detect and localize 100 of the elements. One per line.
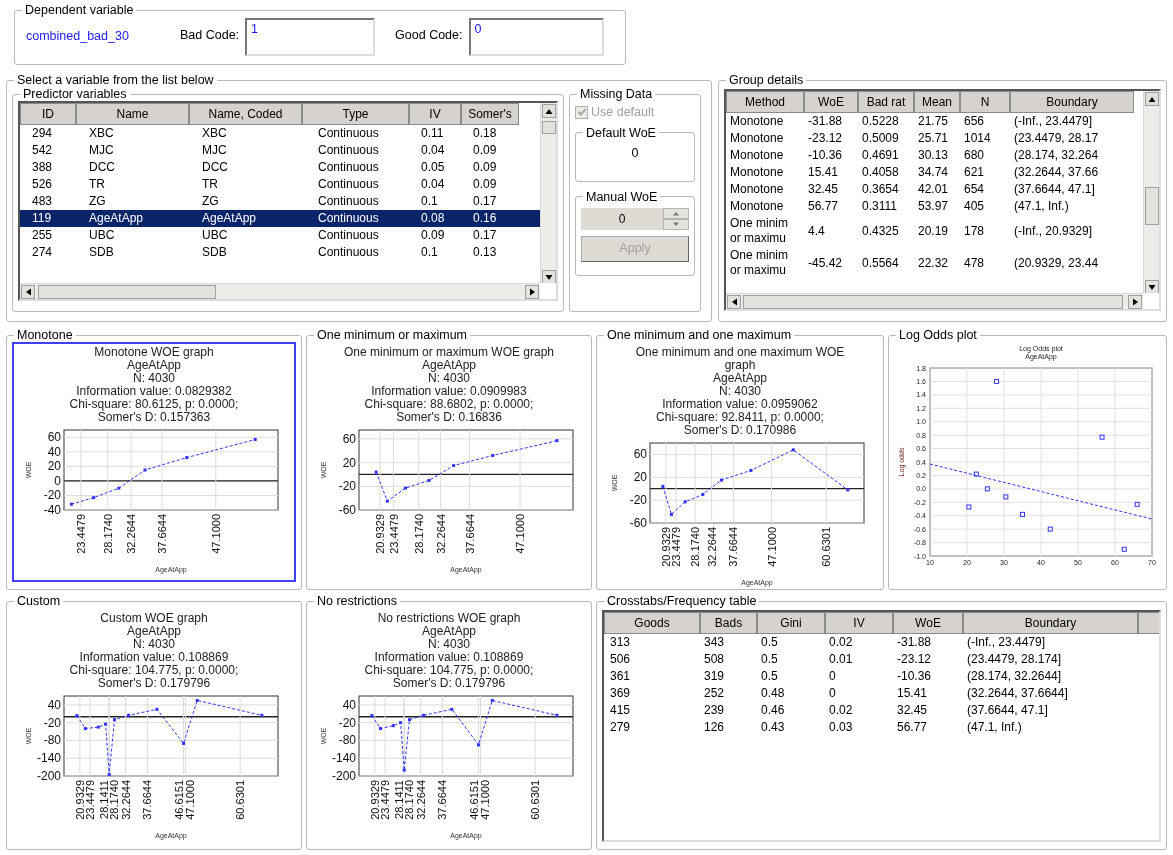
table-cell-text: SDB: [201, 244, 228, 261]
down-arrow-icon[interactable]: [1145, 280, 1159, 293]
data-point: [1047, 526, 1053, 532]
column-header[interactable]: Bad rat: [858, 91, 914, 113]
column-header[interactable]: Somer's: [461, 103, 519, 125]
table-row[interactable]: 119 AgeAtApp AgeAtApp Continuous 0.08 0.16: [20, 210, 540, 227]
table-cell-text: 0.13: [472, 244, 498, 261]
caption-line: Chi-square: 104.775, p: 0.0000;: [364, 664, 534, 677]
data-point: [994, 378, 1000, 384]
column-header[interactable]: Gini: [757, 612, 825, 634]
tick-label: 47.1000: [514, 514, 526, 554]
table-cell-text: XBC: [201, 125, 228, 142]
scrollbar-thumb[interactable]: [542, 121, 556, 134]
table-cell-text: 313: [609, 634, 632, 651]
tick-label: 60: [633, 447, 647, 462]
column-header[interactable]: N: [960, 91, 1010, 113]
table-cell-text: (-Inf., 23.4479]: [966, 634, 1047, 651]
column-header[interactable]: Bads: [700, 612, 757, 634]
column-header[interactable]: IV: [409, 103, 461, 125]
table-cell-text: 0.43: [760, 719, 786, 736]
caption-line: Information value: 0.0909983: [371, 385, 527, 398]
table-row[interactable]: 542 MJC MJC Continuous 0.04 0.09: [20, 142, 540, 159]
input-field[interactable]: 0: [468, 18, 604, 56]
data-point: [1134, 501, 1140, 507]
table-cell-text: Continuous: [317, 159, 380, 176]
table-cell-text: MJC: [201, 142, 228, 159]
table-cell-text: 405: [963, 198, 986, 215]
group-label: Monotone: [16, 328, 74, 342]
column-header[interactable]: Mean: [914, 91, 960, 113]
default-woe-value: 0: [630, 144, 640, 162]
table-row[interactable]: 255 UBC UBC Continuous 0.09 0.17: [20, 227, 540, 244]
data-point: [966, 504, 972, 510]
caption-line: AgeAtApp: [712, 372, 767, 385]
caption-line: Chi-square: 104.775, p: 0.0000;: [69, 664, 239, 677]
column-header[interactable]: Boundary: [1010, 91, 1134, 113]
table-cell-text: DCC: [88, 159, 116, 176]
column-header[interactable]: Goods: [604, 612, 700, 634]
table-cell-text: 252: [703, 685, 726, 702]
table-row[interactable]: 526 TR TR Continuous 0.04 0.09: [20, 176, 540, 193]
table-cell-text: (-Inf., 20.9329]: [1013, 222, 1094, 240]
table-cell-text: 0.04: [420, 176, 446, 193]
table-cell-text: 478: [963, 254, 986, 272]
table-cell-text: SDB: [88, 244, 115, 261]
table-row[interactable]: 483 ZG ZG Continuous 0.1 0.17: [20, 193, 540, 210]
tick-label: 23.4479: [387, 514, 400, 554]
caption-line: N: 4030: [428, 372, 470, 385]
table-cell-text: 343: [703, 634, 726, 651]
table-cell-text: 0: [828, 668, 837, 685]
group-label: Dependent variable: [24, 3, 135, 17]
table-cell-text: 0.18: [472, 125, 498, 142]
data-point: [669, 512, 673, 516]
table-cell-text: 0: [828, 685, 837, 702]
table-cell-text: 542: [31, 142, 54, 159]
column-header[interactable]: Type: [302, 103, 409, 125]
column-header[interactable]: Name, Coded: [189, 103, 302, 125]
table-cell-text: 483: [31, 193, 54, 210]
scrollbar-thumb[interactable]: [38, 285, 216, 299]
table-cell-text: (23.4479, 28.17: [1013, 130, 1100, 147]
table-cell-text: (-Inf., 23.4479]: [1013, 113, 1094, 130]
data-point: [1121, 546, 1127, 552]
horizontal-scrollbar[interactable]: [20, 283, 540, 299]
table-row[interactable]: 274 SDB SDB Continuous 0.1 0.13: [20, 244, 540, 261]
tick-label: -40: [43, 503, 61, 517]
table-cell-text: 0.16: [472, 210, 498, 227]
column-header[interactable]: WoE: [893, 612, 963, 634]
tick-label: 28.1411: [392, 780, 405, 819]
vertical-scrollbar[interactable]: [1143, 91, 1159, 293]
tick-label: 28.1740: [412, 514, 425, 554]
input-field[interactable]: 1: [245, 18, 376, 56]
tick-label: -20: [43, 488, 61, 503]
table-cell-text: 0.01: [828, 651, 854, 668]
scrollbar-thumb[interactable]: [743, 295, 1123, 309]
table-cell-text: Monotone: [729, 113, 785, 130]
vertical-scrollbar[interactable]: [540, 103, 556, 283]
scrollbar-thumb[interactable]: [1145, 187, 1159, 225]
data-point: [1020, 511, 1025, 517]
table-cell-text: 361: [609, 668, 632, 685]
table-cell-text: 34.74: [917, 164, 950, 181]
horizontal-scrollbar[interactable]: [726, 293, 1143, 309]
column-header[interactable]: Name: [76, 103, 189, 125]
column-header[interactable]: IV: [825, 612, 893, 634]
tick-label: 60.6301: [529, 780, 542, 820]
table-cell-text: 178: [963, 222, 986, 240]
column-header[interactable]: WoE: [804, 91, 858, 113]
table-row[interactable]: 388 DCC DCC Continuous 0.05 0.09: [20, 159, 540, 176]
tick-label: 37.6644: [727, 527, 740, 567]
table-cell-text: Monotone: [729, 164, 785, 181]
column-header[interactable]: Boundary: [963, 612, 1138, 634]
caption-line: Information value: 0.0959062: [662, 398, 818, 411]
column-header[interactable]: Method: [726, 91, 804, 113]
table-cell-text: 508: [703, 651, 726, 668]
table-cell-text: (32.2644, 37.66: [1013, 164, 1100, 181]
table-row[interactable]: 294 XBC XBC Continuous 0.11 0.18: [20, 125, 540, 142]
data-point: [127, 713, 131, 717]
group-label: Select a variable from the list below: [16, 73, 215, 87]
caption-line: Somer's D: 0.179796: [392, 677, 506, 690]
column-header[interactable]: ID: [20, 103, 76, 125]
table-cell-text: 0.5: [760, 651, 779, 668]
down-arrow-icon[interactable]: [542, 270, 556, 283]
caption-line: AgeAtApp: [126, 625, 181, 638]
